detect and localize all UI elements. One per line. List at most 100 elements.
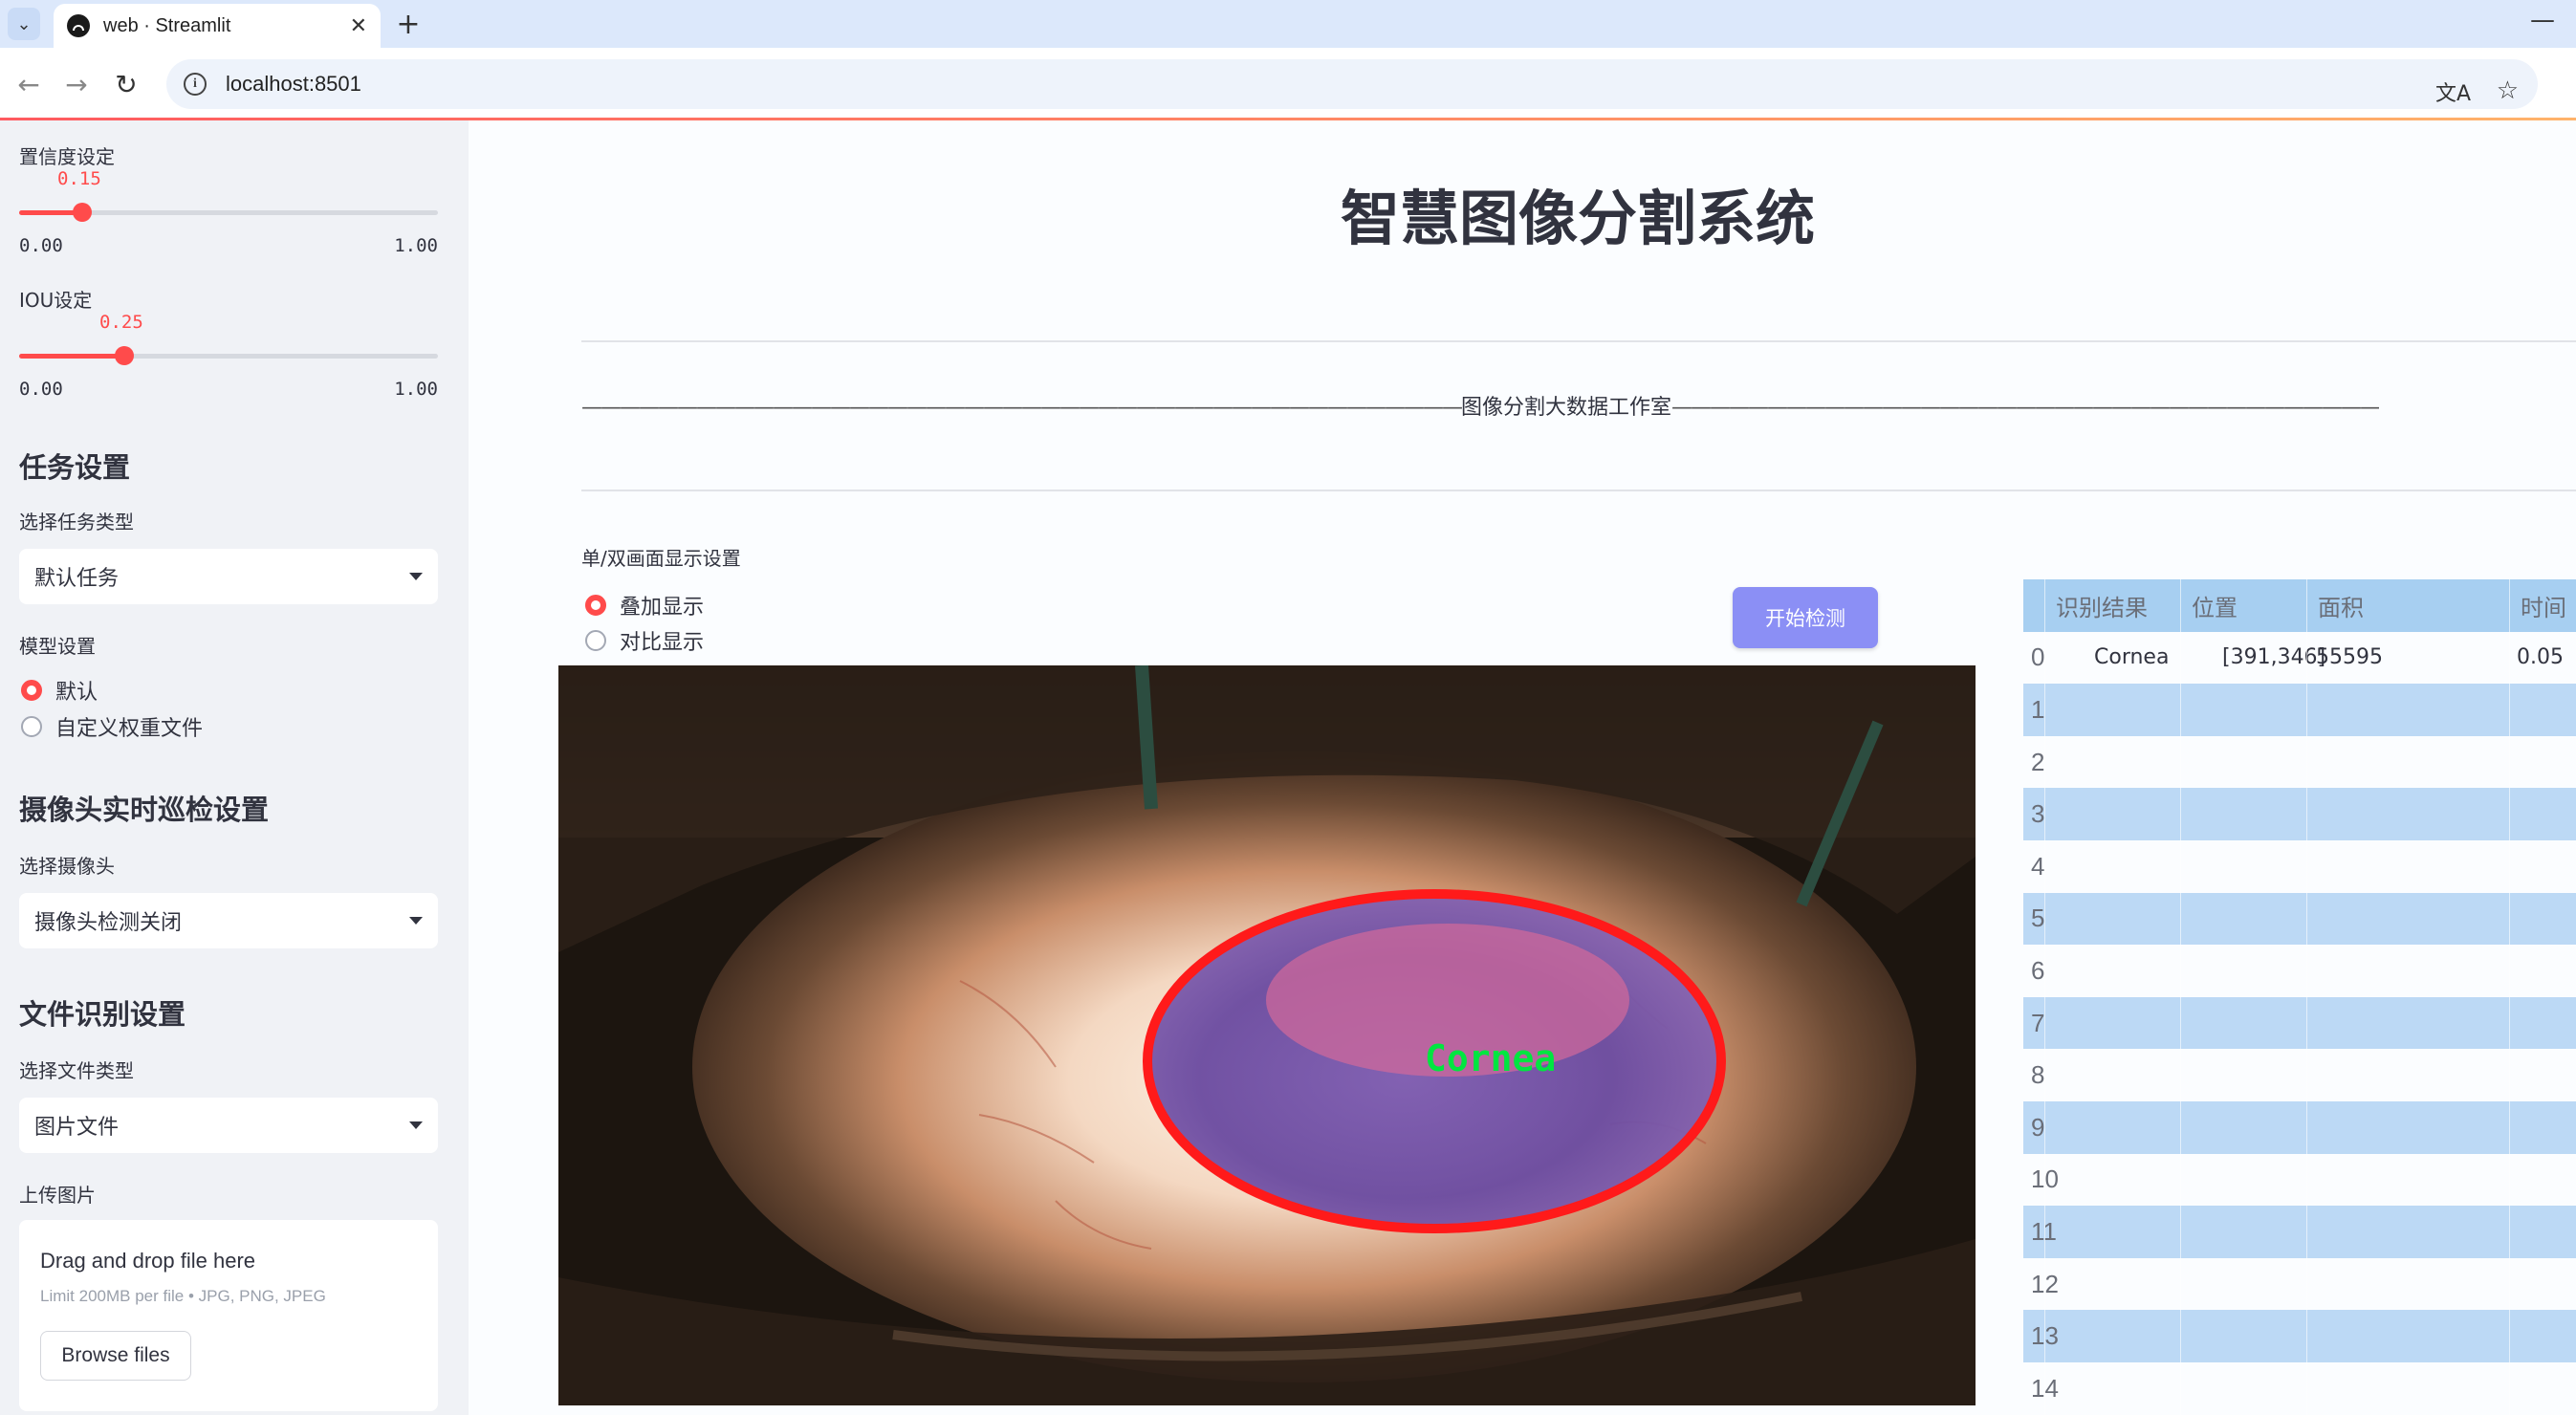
iou-slider[interactable]: 0.25 0.00 1.00 (19, 312, 438, 407)
confidence-value: 0.15 (57, 168, 101, 189)
column-divider (2044, 1206, 2045, 1258)
address-bar[interactable]: i localhost:8501 文A ☆ (166, 59, 2538, 109)
browser-tab[interactable]: web · Streamlit ✕ (54, 4, 381, 48)
translate-icon[interactable]: 文A (2435, 76, 2471, 107)
table-column-header[interactable]: 位置 (2192, 579, 2238, 632)
file-dropzone[interactable]: Drag and drop file here Limit 200MB per … (19, 1220, 438, 1411)
confidence-slider[interactable]: 0.15 0.00 1.00 (19, 168, 438, 264)
column-divider (2044, 1257, 2045, 1311)
camera-select[interactable]: 摄像头检测关闭 (19, 893, 438, 948)
radio-unselected-icon[interactable] (21, 716, 42, 737)
table-row[interactable]: 11 (2023, 1206, 2576, 1258)
table-row[interactable]: 3 (2023, 788, 2576, 840)
table-cell-idx: 7 (2031, 1008, 2045, 1037)
table-cell-idx: 9 (2031, 1112, 2045, 1142)
task-type-select[interactable]: 默认任务 (19, 549, 438, 604)
confidence-slider-thumb[interactable] (72, 203, 92, 222)
column-divider (2509, 1153, 2510, 1207)
column-divider (2306, 735, 2307, 789)
column-divider (2180, 1257, 2181, 1311)
iou-max: 1.00 (394, 379, 438, 400)
bookmark-star-icon[interactable]: ☆ (2497, 76, 2519, 105)
column-divider (2180, 840, 2181, 893)
model-option-custom[interactable]: 自定义权重文件 (21, 711, 203, 742)
table-row[interactable]: 8 (2023, 1049, 2576, 1101)
detection-label: Cornea (1425, 1037, 1556, 1079)
table-cell-result: Cornea (2094, 645, 2170, 670)
display-option-compare[interactable]: 对比显示 (585, 625, 704, 656)
column-divider (2306, 631, 2307, 685)
table-row[interactable]: 2 (2023, 735, 2576, 789)
url-text: localhost:8501 (226, 72, 361, 96)
column-divider (2180, 996, 2181, 1050)
column-divider (2509, 1049, 2510, 1101)
column-divider (2509, 1101, 2510, 1154)
table-column-header[interactable]: 面积 (2318, 579, 2364, 632)
site-info-icon[interactable]: i (184, 73, 207, 96)
table-row[interactable]: 12 (2023, 1257, 2576, 1311)
table-cell-idx: 8 (2031, 1060, 2045, 1090)
radio-selected-icon[interactable] (21, 680, 42, 701)
column-divider (2044, 579, 2045, 632)
iou-slider-track[interactable] (19, 354, 438, 359)
table-row[interactable]: 9 (2023, 1101, 2576, 1154)
table-row[interactable]: 14 (2023, 1362, 2576, 1415)
table-column-header[interactable]: 识别结果 (2056, 579, 2148, 632)
display-option-overlay[interactable]: 叠加显示 (585, 590, 704, 620)
table-cell-idx: 0 (2031, 642, 2045, 672)
table-row[interactable]: 13 (2023, 1310, 2576, 1362)
start-detection-button[interactable]: 开始检测 (1733, 587, 1878, 648)
column-divider (2306, 892, 2307, 946)
model-option-label: 默认 (55, 681, 98, 705)
column-divider (2509, 840, 2510, 893)
column-divider (2180, 1310, 2181, 1362)
camera-select-value: 摄像头检测关闭 (34, 911, 183, 935)
table-column-header[interactable]: 时间 (2521, 579, 2566, 632)
table-row[interactable]: 7 (2023, 996, 2576, 1050)
column-divider (2044, 788, 2045, 840)
close-tab-icon[interactable]: ✕ (350, 14, 367, 38)
column-divider (2044, 1049, 2045, 1101)
table-row[interactable]: 10 (2023, 1153, 2576, 1207)
table-row[interactable]: 5 (2023, 892, 2576, 946)
back-arrow-icon[interactable]: ← (10, 65, 48, 103)
column-divider (2180, 1153, 2181, 1207)
chevron-down-icon (409, 917, 423, 925)
radio-unselected-icon[interactable] (585, 630, 606, 651)
column-divider (2044, 1101, 2045, 1154)
model-option-default[interactable]: 默认 (21, 675, 98, 706)
display-mode-label: 单/双画面显示设置 (581, 547, 741, 570)
segmentation-result-image: Cornea (558, 665, 1976, 1405)
column-divider (2509, 1206, 2510, 1258)
browser-tab-bar: ⌄ web · Streamlit ✕ + — (0, 0, 2576, 48)
table-row[interactable]: 0 Cornea [391,346] 55595 0.05 (2023, 631, 2576, 685)
column-divider (2509, 996, 2510, 1050)
display-option-label: 叠加显示 (620, 596, 705, 620)
tab-title: web · Streamlit (103, 14, 231, 36)
table-row[interactable]: 1 (2023, 684, 2576, 736)
column-divider (2306, 684, 2307, 736)
reload-icon[interactable]: ↻ (107, 65, 145, 103)
confidence-min: 0.00 (19, 235, 63, 256)
column-divider (2044, 684, 2045, 736)
display-option-label: 对比显示 (620, 631, 705, 655)
table-row[interactable]: 4 (2023, 840, 2576, 893)
streamlit-favicon-icon (67, 14, 90, 37)
camera-settings-heading: 摄像头实时巡检设置 (19, 794, 270, 826)
tab-search-chevron-icon[interactable]: ⌄ (8, 8, 40, 40)
new-tab-icon[interactable]: + (392, 8, 425, 41)
column-divider (2509, 684, 2510, 736)
minimize-window-icon[interactable]: — (2530, 6, 2555, 34)
table-row[interactable]: 6 (2023, 945, 2576, 997)
file-type-select[interactable]: 图片文件 (19, 1098, 438, 1153)
browse-files-button[interactable]: Browse files (40, 1331, 191, 1381)
radio-selected-icon[interactable] (585, 595, 606, 616)
column-divider (2306, 1101, 2307, 1154)
dropzone-limits: Limit 200MB per file • JPG, PNG, JPEG (40, 1287, 326, 1305)
results-table[interactable]: 识别结果 位置 面积 时间 0 Cornea [391,346] 55595 0.05 1 2 3 4 5… (2023, 579, 2576, 1415)
iou-slider-thumb[interactable] (114, 346, 134, 365)
forward-arrow-icon[interactable]: → (57, 65, 96, 103)
model-option-label: 自定义权重文件 (55, 717, 204, 741)
table-cell-idx: 4 (2031, 851, 2045, 881)
divider (581, 340, 2576, 342)
